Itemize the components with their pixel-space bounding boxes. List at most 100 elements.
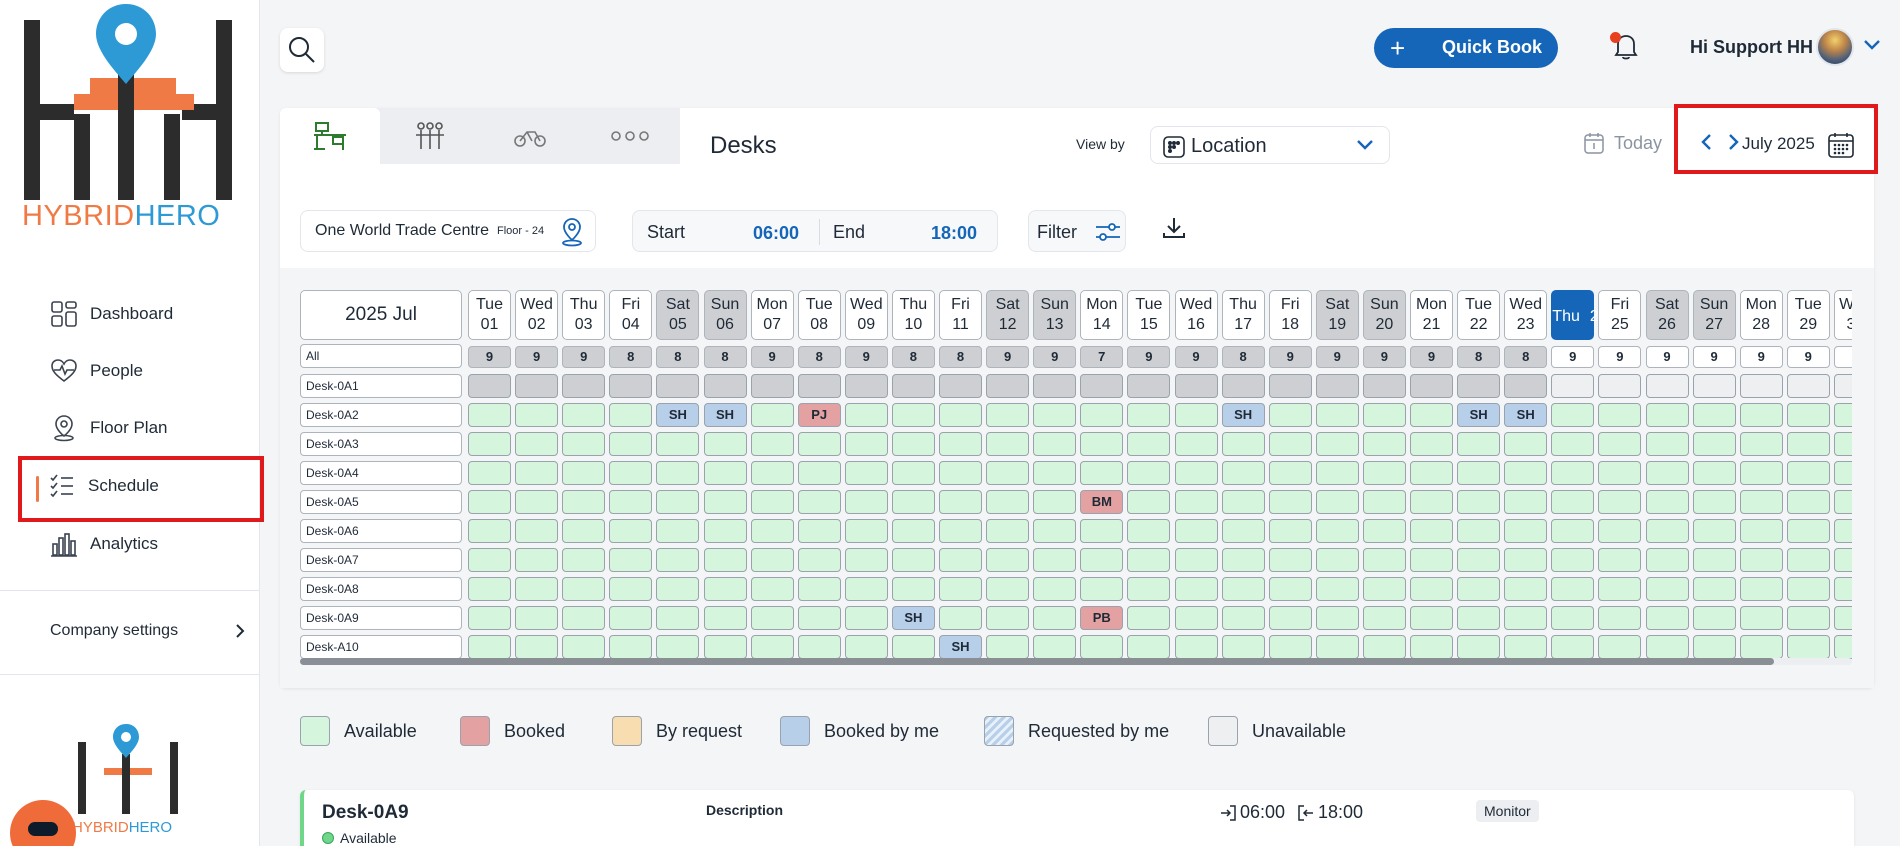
schedule-cell[interactable] xyxy=(609,577,653,601)
schedule-cell[interactable] xyxy=(891,490,935,514)
schedule-cell[interactable] xyxy=(1504,606,1548,630)
schedule-cell[interactable] xyxy=(1315,577,1359,601)
schedule-cell[interactable] xyxy=(515,635,559,659)
schedule-cell[interactable] xyxy=(1739,490,1783,514)
schedule-cell[interactable] xyxy=(515,374,559,398)
schedule-cell[interactable] xyxy=(1692,548,1736,572)
schedule-cell[interactable] xyxy=(703,606,747,630)
schedule-cell[interactable] xyxy=(1033,403,1077,427)
schedule-cell[interactable] xyxy=(1410,461,1453,485)
desk-row-label[interactable]: Desk-A10 xyxy=(300,635,462,659)
schedule-cell[interactable] xyxy=(1692,577,1736,601)
schedule-cell[interactable] xyxy=(1551,635,1595,659)
desk-row-label[interactable]: Desk-0A1 xyxy=(300,374,462,398)
schedule-cell[interactable] xyxy=(515,403,559,427)
start-time-input[interactable]: 06:00 xyxy=(753,223,799,244)
schedule-cell[interactable] xyxy=(562,606,606,630)
schedule-cell[interactable] xyxy=(1739,635,1783,659)
schedule-cell[interactable] xyxy=(1457,635,1501,659)
tab-parking[interactable] xyxy=(480,108,580,164)
day-header[interactable]: Mon 21 xyxy=(1410,290,1453,340)
schedule-cell[interactable] xyxy=(1739,461,1783,485)
horizontal-scrollbar[interactable] xyxy=(300,658,1852,665)
day-header[interactable]: Thu 17 xyxy=(1221,290,1265,340)
schedule-cell[interactable] xyxy=(1268,461,1312,485)
schedule-cell[interactable] xyxy=(1362,461,1406,485)
schedule-cell[interactable] xyxy=(939,374,982,398)
schedule-cell[interactable] xyxy=(1692,635,1736,659)
schedule-cell[interactable] xyxy=(1786,432,1830,456)
schedule-cell[interactable] xyxy=(1692,490,1736,514)
schedule-cell[interactable] xyxy=(609,519,653,543)
schedule-cell[interactable] xyxy=(1410,635,1453,659)
schedule-cell[interactable] xyxy=(750,403,794,427)
schedule-cell[interactable] xyxy=(1410,490,1453,514)
schedule-cell[interactable] xyxy=(1598,606,1642,630)
schedule-cell[interactable] xyxy=(1551,432,1595,456)
schedule-cell[interactable] xyxy=(515,606,559,630)
schedule-cell[interactable] xyxy=(1221,432,1265,456)
day-header[interactable]: Mon 28 xyxy=(1739,290,1783,340)
day-header[interactable]: Sat 05 xyxy=(656,290,700,340)
schedule-cell[interactable] xyxy=(1504,432,1548,456)
schedule-cell[interactable] xyxy=(891,635,935,659)
schedule-cell[interactable] xyxy=(562,519,606,543)
schedule-cell[interactable] xyxy=(1315,403,1359,427)
schedule-cell[interactable] xyxy=(1033,461,1077,485)
schedule-cell[interactable] xyxy=(703,548,747,572)
sidebar-item-dashboard[interactable]: Dashboard xyxy=(50,300,173,328)
booking-cell[interactable]: PB xyxy=(1080,606,1124,630)
schedule-cell[interactable] xyxy=(703,577,747,601)
booking-cell[interactable]: BM xyxy=(1080,490,1124,514)
schedule-cell[interactable] xyxy=(750,519,794,543)
sidebar-item-schedule[interactable]: Schedule xyxy=(48,472,159,500)
schedule-cell[interactable] xyxy=(939,490,982,514)
schedule-cell[interactable] xyxy=(1080,403,1124,427)
schedule-cell[interactable] xyxy=(1080,461,1124,485)
schedule-cell[interactable] xyxy=(1786,577,1830,601)
schedule-cell[interactable] xyxy=(1551,577,1595,601)
schedule-cell[interactable] xyxy=(1786,519,1830,543)
schedule-cell[interactable] xyxy=(562,374,606,398)
schedule-cell[interactable] xyxy=(844,461,888,485)
day-header[interactable]: Sat 12 xyxy=(986,290,1030,340)
schedule-cell[interactable] xyxy=(468,519,511,543)
schedule-cell[interactable] xyxy=(1598,490,1642,514)
schedule-cell[interactable] xyxy=(1786,461,1830,485)
desk-row-label[interactable]: Desk-0A6 xyxy=(300,519,462,543)
schedule-cell[interactable] xyxy=(1221,635,1265,659)
schedule-cell[interactable] xyxy=(515,577,559,601)
schedule-cell[interactable] xyxy=(1786,490,1830,514)
schedule-cell[interactable] xyxy=(1645,432,1689,456)
schedule-cell[interactable] xyxy=(891,432,935,456)
schedule-cell[interactable] xyxy=(1221,519,1265,543)
schedule-cell[interactable] xyxy=(986,461,1030,485)
day-header[interactable]: Tue 15 xyxy=(1127,290,1171,340)
schedule-cell[interactable] xyxy=(1739,548,1783,572)
day-header[interactable]: Sun 06 xyxy=(703,290,747,340)
schedule-cell[interactable] xyxy=(1833,519,1852,543)
schedule-cell[interactable] xyxy=(891,577,935,601)
schedule-cell[interactable] xyxy=(703,635,747,659)
day-header[interactable]: Wed 23 xyxy=(1504,290,1548,340)
schedule-cell[interactable] xyxy=(1362,548,1406,572)
schedule-cell[interactable] xyxy=(939,519,982,543)
schedule-cell[interactable] xyxy=(1504,374,1548,398)
schedule-cell[interactable] xyxy=(1362,577,1406,601)
day-header[interactable]: Sun 27 xyxy=(1692,290,1736,340)
day-header[interactable]: Tue 08 xyxy=(797,290,841,340)
schedule-cell[interactable] xyxy=(1739,519,1783,543)
schedule-cell[interactable] xyxy=(1315,490,1359,514)
schedule-cell[interactable] xyxy=(750,432,794,456)
sidebar-item-people[interactable]: People xyxy=(50,357,143,385)
schedule-cell[interactable] xyxy=(1598,461,1642,485)
schedule-cell[interactable] xyxy=(1692,432,1736,456)
schedule-cell[interactable] xyxy=(1645,635,1689,659)
schedule-cell[interactable] xyxy=(1692,374,1736,398)
schedule-cell[interactable] xyxy=(515,490,559,514)
schedule-cell[interactable] xyxy=(986,490,1030,514)
schedule-cell[interactable] xyxy=(844,490,888,514)
schedule-cell[interactable] xyxy=(1598,635,1642,659)
schedule-cell[interactable] xyxy=(609,432,653,456)
schedule-cell[interactable] xyxy=(1268,635,1312,659)
